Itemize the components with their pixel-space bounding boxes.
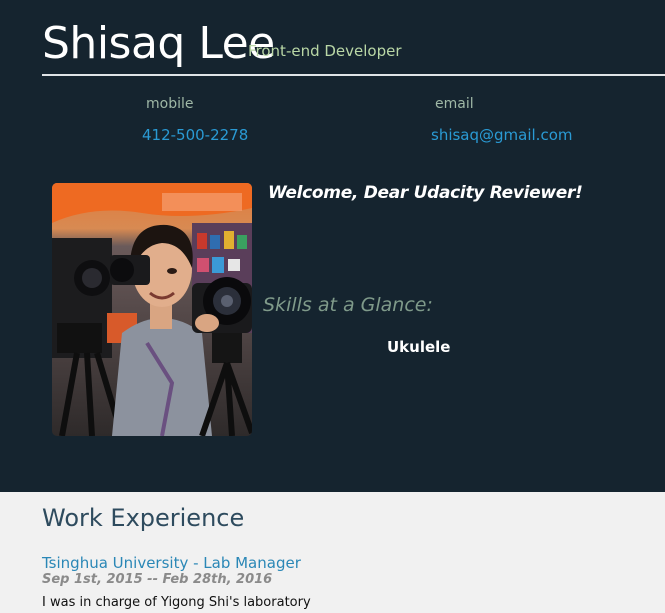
- page-title: Shisaq Lee: [42, 18, 275, 69]
- skill-item: Ukulele: [387, 338, 451, 356]
- job-description: I was in charge of Yigong Shi's laborato…: [42, 595, 311, 610]
- skills-heading: Skills at a Glance:: [263, 294, 433, 316]
- header-divider: [42, 74, 665, 76]
- profile-photo: [52, 183, 252, 436]
- header-section: Shisaq Lee Front-end Developer mobile 41…: [0, 0, 665, 492]
- email-label: email: [435, 96, 474, 112]
- mobile-label: mobile: [146, 96, 194, 112]
- role-subtitle: Front-end Developer: [248, 42, 402, 60]
- mobile-link[interactable]: 412-500-2278: [142, 126, 248, 144]
- job-dates: Sep 1st, 2015 -- Feb 28th, 2016: [42, 572, 273, 587]
- email-link[interactable]: shisaq@gmail.com: [431, 126, 572, 144]
- job-title-link[interactable]: Tsinghua University - Lab Manager: [42, 554, 301, 572]
- work-experience-heading: Work Experience: [42, 504, 245, 532]
- welcome-message: Welcome, Dear Udacity Reviewer!: [268, 183, 583, 203]
